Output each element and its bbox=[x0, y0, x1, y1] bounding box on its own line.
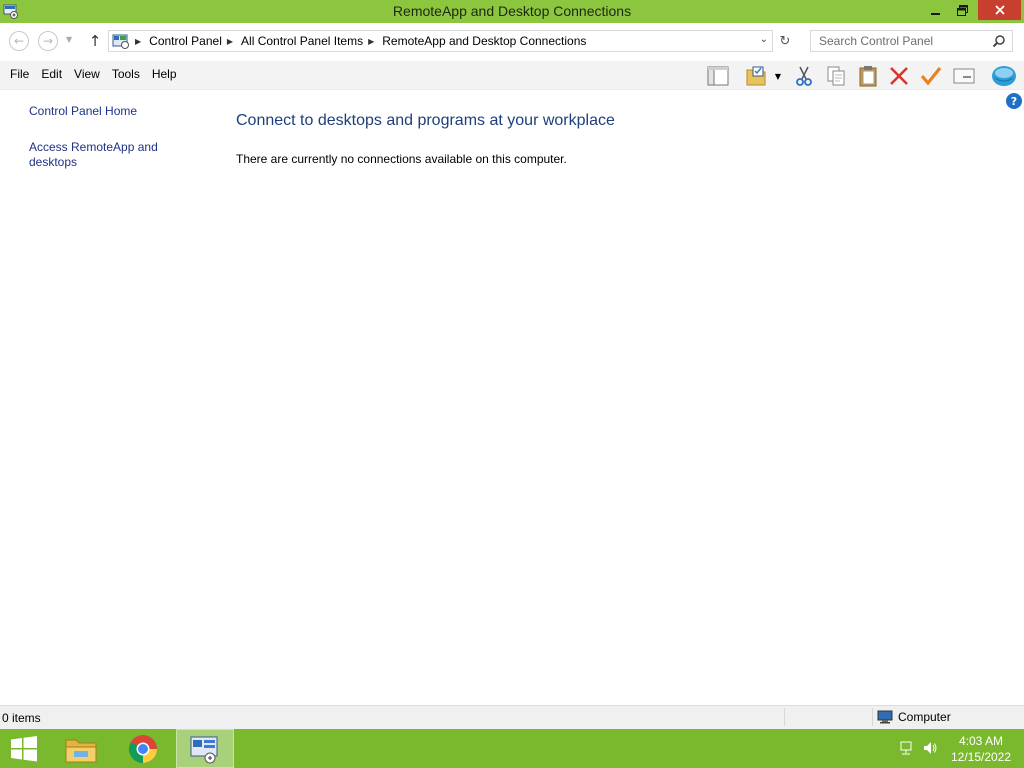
menu-bar: File Edit View Tools Help ▼ bbox=[0, 61, 1024, 90]
layout-pane-button[interactable] bbox=[706, 64, 730, 88]
item-count: 0 items bbox=[2, 711, 41, 725]
chrome-icon bbox=[129, 734, 157, 763]
refresh-icon: ↻ bbox=[779, 33, 791, 49]
folder-view-icon bbox=[746, 66, 766, 86]
clock-time: 4:03 AM bbox=[958, 734, 1004, 748]
breadcrumb-separator[interactable]: ▶ bbox=[135, 37, 141, 46]
volume-icon[interactable] bbox=[922, 740, 938, 756]
paste-button[interactable] bbox=[856, 64, 880, 88]
windows-logo-icon bbox=[11, 735, 37, 761]
help-icon[interactable]: ? bbox=[1006, 93, 1022, 109]
restore-button[interactable] bbox=[947, 0, 977, 21]
globe-button[interactable] bbox=[990, 64, 1018, 88]
status-bar: 0 items Computer bbox=[0, 705, 1024, 729]
properties-check-button[interactable] bbox=[919, 64, 943, 88]
search-icon bbox=[992, 35, 1005, 48]
properties-icon bbox=[953, 68, 975, 84]
computer-icon bbox=[877, 710, 893, 724]
taskbar-control-panel[interactable] bbox=[176, 729, 234, 768]
clock[interactable]: 4:03 AM 12/15/2022 bbox=[948, 733, 1014, 765]
control-panel-home-link[interactable]: Control Panel Home bbox=[29, 104, 179, 119]
menu-view[interactable]: View bbox=[68, 67, 106, 81]
search-input[interactable] bbox=[819, 34, 989, 48]
system-tray bbox=[898, 740, 938, 756]
restore-icon bbox=[956, 5, 968, 16]
recent-locations-button[interactable]: ▼ bbox=[66, 35, 72, 44]
folder-icon bbox=[65, 739, 97, 762]
forward-arrow-icon: → bbox=[42, 34, 54, 48]
delete-icon bbox=[890, 67, 908, 85]
breadcrumb-control-panel[interactable]: Control Panel bbox=[149, 34, 222, 48]
menu-file[interactable]: File bbox=[4, 67, 35, 81]
taskbar: 4:03 AM 12/15/2022 bbox=[0, 729, 1024, 768]
control-panel-icon bbox=[112, 34, 129, 49]
search-box[interactable] bbox=[810, 30, 1013, 52]
address-bar[interactable]: ▶ Control Panel ▶ All Control Panel Item… bbox=[108, 30, 773, 52]
globe-icon bbox=[992, 66, 1016, 86]
window-title: RemoteApp and Desktop Connections bbox=[392, 3, 632, 19]
refresh-button[interactable]: ↻ bbox=[775, 31, 795, 51]
paste-icon bbox=[859, 66, 877, 87]
menu-edit[interactable]: Edit bbox=[35, 67, 68, 81]
clock-date: 12/15/2022 bbox=[950, 750, 1012, 764]
up-button[interactable]: ↑ bbox=[87, 31, 103, 51]
rename-button[interactable] bbox=[952, 64, 976, 88]
back-arrow-icon: ← bbox=[13, 34, 25, 48]
forward-button[interactable]: → bbox=[38, 31, 58, 51]
control-panel-icon bbox=[190, 736, 218, 763]
up-arrow-icon: ↑ bbox=[88, 32, 102, 50]
breadcrumb-all-items[interactable]: All Control Panel Items bbox=[241, 34, 363, 48]
status-divider bbox=[872, 708, 873, 726]
folder-view-dropdown[interactable]: ▼ bbox=[770, 64, 786, 88]
status-location: Computer bbox=[877, 710, 951, 724]
checkmark-icon bbox=[920, 67, 942, 86]
menu-tools[interactable]: Tools bbox=[106, 67, 146, 81]
access-remoteapp-link[interactable]: Access RemoteApp and desktops bbox=[29, 140, 179, 170]
breadcrumb-separator[interactable]: ▶ bbox=[227, 37, 233, 46]
status-divider bbox=[784, 708, 785, 726]
taskbar-chrome[interactable] bbox=[120, 729, 166, 768]
folder-view-button[interactable] bbox=[744, 64, 768, 88]
cut-icon bbox=[796, 66, 812, 86]
navigation-bar: ← → ▼ ↑ ▶ Control Panel ▶ All Control Pa… bbox=[0, 23, 1024, 61]
page-heading: Connect to desktops and programs at your… bbox=[236, 112, 615, 129]
layout-pane-icon bbox=[707, 66, 729, 86]
no-connections-message: There are currently no connections avail… bbox=[236, 152, 567, 166]
breadcrumb-current[interactable]: RemoteApp and Desktop Connections bbox=[382, 34, 586, 48]
network-icon[interactable] bbox=[898, 740, 914, 756]
taskbar-file-explorer[interactable] bbox=[58, 729, 104, 768]
back-button[interactable]: ← bbox=[9, 31, 29, 51]
delete-button[interactable] bbox=[887, 64, 911, 88]
breadcrumb-separator[interactable]: ▶ bbox=[368, 37, 374, 46]
cut-button[interactable] bbox=[792, 64, 816, 88]
close-icon bbox=[994, 5, 1005, 15]
copy-button[interactable] bbox=[824, 64, 848, 88]
menu-help[interactable]: Help bbox=[146, 67, 183, 81]
location-label: Computer bbox=[898, 710, 951, 724]
title-bar: RemoteApp and Desktop Connections bbox=[0, 0, 1024, 23]
start-button[interactable] bbox=[0, 729, 48, 768]
minimize-icon bbox=[931, 12, 940, 15]
tasks-pane: Control Panel Home Access RemoteApp and … bbox=[0, 90, 210, 705]
close-button[interactable] bbox=[978, 0, 1021, 20]
copy-icon bbox=[827, 66, 845, 86]
address-dropdown-icon[interactable]: ⌄ bbox=[760, 34, 768, 45]
